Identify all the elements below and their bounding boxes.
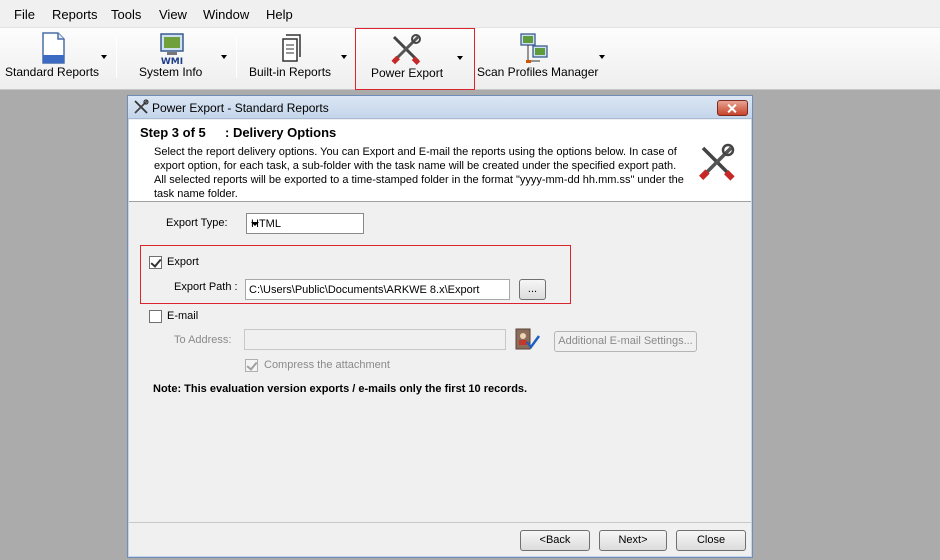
export-path-value: C:\Users\Public\Documents\ARKWE 8.x\Expo…	[249, 284, 480, 296]
tools-icon	[699, 143, 735, 181]
compress-attachment-label: Compress the attachment	[264, 359, 390, 371]
wmi-icon-text: WMI	[161, 57, 183, 65]
power-export-label: Power Export	[371, 66, 444, 80]
email-checkbox[interactable]	[149, 310, 162, 323]
back-button[interactable]: <Back	[520, 530, 590, 551]
step-indicator: Step 3 of 5	[140, 125, 206, 140]
menu-window[interactable]: Window	[203, 7, 249, 22]
footer-divider	[129, 522, 751, 523]
network-icon	[520, 33, 548, 63]
export-type-select[interactable]: HTML	[246, 213, 364, 234]
builtin-reports-label: Built-in Reports	[249, 65, 332, 79]
close-icon[interactable]	[717, 100, 748, 116]
step-description: Select the report delivery options. You …	[154, 146, 684, 200]
export-path-input[interactable]: C:\Users\Public\Documents\ARKWE 8.x\Expo…	[245, 279, 510, 300]
export-type-label: Export Type:	[166, 217, 228, 229]
power-export-button[interactable]: Power Export	[355, 28, 475, 90]
standard-reports-label: Standard Reports	[5, 65, 100, 79]
address-book-icon[interactable]	[515, 328, 541, 352]
chevron-down-icon[interactable]	[221, 55, 227, 59]
chevron-down-icon[interactable]	[599, 55, 605, 59]
chevron-down-icon[interactable]	[341, 55, 347, 59]
menu-view[interactable]: View	[159, 7, 187, 22]
tools-icon	[134, 99, 149, 114]
system-info-button[interactable]: WMI System Info	[120, 28, 232, 90]
additional-email-settings-button[interactable]: Additional E-mail Settings...	[554, 331, 697, 352]
email-label: E-mail	[167, 310, 199, 322]
to-address-label: To Address:	[174, 334, 232, 346]
step-title: : Delivery Options	[225, 125, 337, 140]
export-checkbox[interactable]	[149, 256, 162, 269]
next-button[interactable]: Next>	[599, 530, 667, 551]
power-export-dialog: Power Export - Standard Reports Step 3 o…	[127, 95, 753, 558]
close-button[interactable]: Close	[676, 530, 746, 551]
wizard-header: Step 3 of 5 : Delivery Options Select th…	[129, 120, 751, 202]
menu-bar: File Reports Tools View Window Help	[0, 0, 940, 28]
computer-icon: WMI	[160, 33, 184, 65]
standard-reports-button[interactable]: Standard Reports	[0, 28, 112, 90]
dialog-titlebar[interactable]: Power Export - Standard Reports	[128, 96, 752, 119]
export-label: Export	[167, 256, 199, 268]
toolbar-separator	[116, 38, 117, 78]
menu-file[interactable]: File	[14, 7, 35, 22]
toolbar: Standard Reports WMI System Info Built-i…	[0, 28, 940, 90]
chevron-down-icon	[251, 222, 259, 226]
compress-attachment-checkbox[interactable]	[245, 359, 258, 372]
builtin-reports-button[interactable]: Built-in Reports	[240, 28, 352, 90]
system-info-label: System Info	[139, 65, 203, 79]
menu-help[interactable]: Help	[266, 7, 293, 22]
scan-profiles-label: Scan Profiles Manager	[477, 65, 599, 79]
to-address-input[interactable]	[244, 329, 506, 350]
menu-tools[interactable]: Tools	[111, 7, 141, 22]
chevron-down-icon[interactable]	[101, 55, 107, 59]
browse-button[interactable]: ...	[519, 279, 546, 300]
export-path-label: Export Path :	[174, 281, 238, 293]
evaluation-note: Note: This evaluation version exports / …	[153, 383, 528, 395]
menu-reports[interactable]: Reports	[52, 7, 98, 22]
tools-icon	[391, 34, 421, 65]
dialog-title: Power Export - Standard Reports	[152, 101, 329, 115]
toolbar-separator	[236, 38, 237, 78]
chevron-down-icon[interactable]	[457, 56, 463, 60]
scan-profiles-manager-button[interactable]: Scan Profiles Manager	[476, 28, 610, 90]
report-icon	[282, 34, 301, 62]
document-icon	[42, 32, 65, 64]
